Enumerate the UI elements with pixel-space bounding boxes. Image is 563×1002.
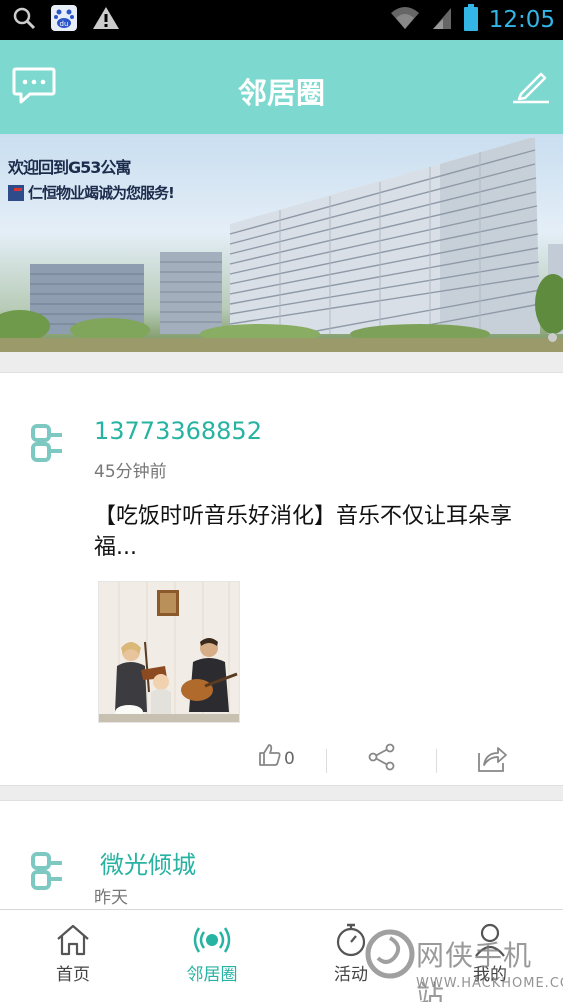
watermark-logo-icon	[365, 929, 415, 979]
share-nodes-icon	[368, 743, 395, 771]
banner-welcome-text: 欢迎回到G53公寓	[8, 158, 131, 177]
signal-icon	[431, 5, 453, 35]
carousel-indicator[interactable]	[548, 333, 557, 342]
post-content[interactable]: 【吃饭时听音乐好消化】音乐不仅让耳朵享福...	[94, 501, 534, 563]
edit-pencil-icon	[513, 72, 549, 104]
tab-home-label: 首页	[56, 965, 90, 985]
compose-button[interactable]	[513, 68, 549, 104]
tab-neighbors[interactable]: 邻居圈	[157, 922, 267, 985]
watermark-url: WWW.HACKHOME.COM	[416, 976, 563, 991]
warning-icon	[92, 5, 120, 35]
thumbs-up-icon	[259, 744, 281, 766]
post-timestamp: 45分钟前	[94, 462, 167, 482]
page-title: 邻居圈	[237, 76, 325, 110]
post-image[interactable]	[98, 581, 240, 723]
banner-service-text: 仁恒物业竭诚为您服务!	[8, 182, 175, 203]
broadcast-icon	[193, 927, 231, 953]
post-timestamp: 昨天	[94, 888, 128, 908]
like-button[interactable]: 0	[258, 743, 295, 769]
action-divider	[436, 749, 437, 773]
watermark: 网侠手机站 WWW.HACKHOME.COM	[360, 920, 563, 1002]
post-actions: 0	[0, 739, 563, 783]
post-username[interactable]: 微光倾城	[100, 845, 196, 880]
home-icon	[57, 924, 89, 956]
avatar[interactable]	[30, 851, 64, 891]
promo-banner[interactable]: 欢迎回到G53公寓 仁恒物业竭诚为您服务!	[0, 134, 563, 352]
clock: 12:05	[488, 7, 555, 33]
action-divider	[326, 749, 327, 773]
post-username[interactable]: 13773368852	[94, 417, 262, 445]
tab-neighbors-label: 邻居圈	[186, 965, 238, 985]
avatar[interactable]	[30, 423, 64, 463]
property-logo-icon	[8, 184, 24, 201]
watermark-text: 网侠手机站	[416, 939, 533, 1002]
app-screen: du 12:05 邻居圈 欢迎回到G53公寓 仁恒物业竭诚为您服务! 13773…	[0, 0, 563, 1002]
banner-service-label: 仁恒物业竭诚为您服务!	[28, 184, 175, 202]
tab-home[interactable]: 首页	[18, 922, 128, 985]
search-icon	[12, 6, 36, 34]
battery-icon	[463, 4, 479, 36]
share-button[interactable]	[368, 743, 396, 771]
neighbor-glyph-icon	[31, 852, 62, 890]
app-header: 邻居圈	[0, 40, 563, 134]
wifi-icon	[389, 5, 421, 35]
neighbor-glyph-icon	[31, 424, 62, 462]
forward-button[interactable]	[476, 743, 508, 773]
status-bar: du 12:05	[0, 0, 563, 40]
forward-arrow-icon	[478, 747, 507, 772]
like-count: 0	[284, 749, 295, 769]
feed-list: 13773368852 45分钟前 【吃饭时听音乐好消化】音乐不仅让耳朵享福..…	[0, 372, 563, 940]
baidu-icon: du	[50, 4, 78, 36]
svg-text:du: du	[60, 20, 69, 28]
family-music-photo	[99, 582, 239, 722]
feed-post[interactable]: 13773368852 45分钟前 【吃饭时听音乐好消化】音乐不仅让耳朵享福..…	[0, 372, 563, 786]
